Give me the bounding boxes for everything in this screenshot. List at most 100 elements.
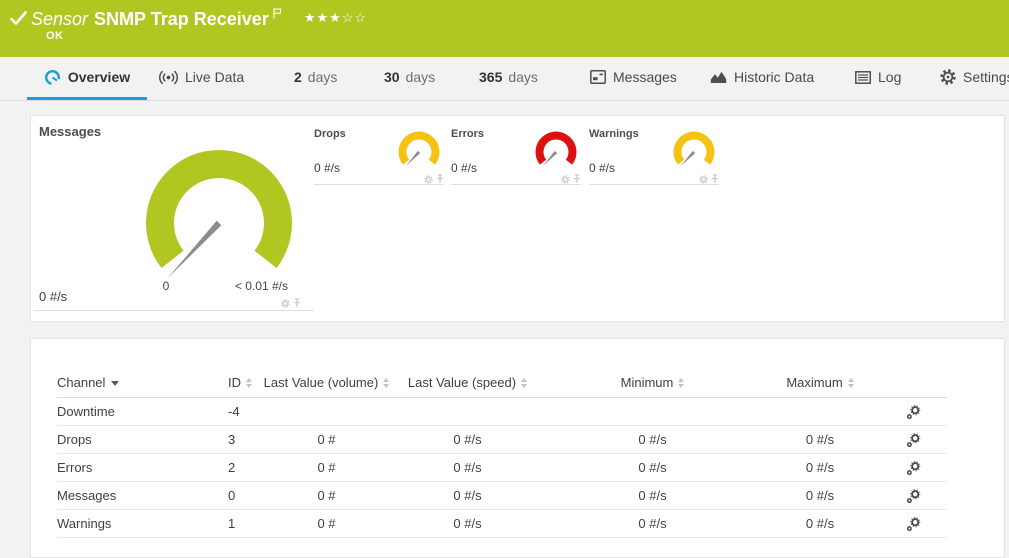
divider [34, 310, 314, 311]
minimum-value [545, 398, 760, 426]
pin-icon[interactable] [711, 174, 719, 184]
pin-icon[interactable] [573, 174, 581, 184]
column-header-id[interactable]: ID [228, 367, 263, 398]
channel-settings-cell [880, 510, 947, 538]
gauge-settings-gear-icon[interactable] [424, 175, 433, 184]
sort-icon [678, 378, 684, 388]
column-header-channel[interactable]: Channel [57, 367, 228, 398]
channel-settings-gears-icon[interactable] [906, 405, 921, 420]
last-value-speed: 0 #/s [390, 426, 545, 454]
channel-table: Channel ID Last Value (volume) Last Valu… [57, 367, 947, 538]
tab-overview[interactable]: Overview [27, 57, 147, 100]
tab-historic-data[interactable]: Historic Data [698, 57, 826, 100]
errors-gauge [533, 130, 579, 176]
primary-gauge-scale-min: 0 [151, 279, 181, 293]
channel-id: -4 [228, 398, 263, 426]
minimum-value: 0 #/s [545, 510, 760, 538]
table-row: Messages 0 0 # 0 #/s 0 #/s 0 #/s [57, 482, 947, 510]
channel-name[interactable]: Warnings [57, 510, 228, 538]
sensor-header: SensorSNMP Trap Receiver★★★☆☆ OK [0, 0, 1009, 57]
channel-settings-gears-icon[interactable] [906, 433, 921, 448]
tab-settings[interactable]: Settings [928, 57, 1009, 100]
last-value-volume: 0 # [263, 426, 390, 454]
primary-gauge-value: 0 #/s [39, 289, 67, 304]
channel-settings-gears-icon[interactable] [906, 517, 921, 532]
tab-label: days [406, 69, 436, 85]
rating-stars[interactable]: ★★★☆☆ [304, 10, 367, 25]
column-header-last-value-volume[interactable]: Last Value (volume) [263, 367, 390, 398]
minimum-value: 0 #/s [545, 482, 760, 510]
column-header-last-value-speed[interactable]: Last Value (speed) [390, 367, 545, 398]
gauge-arc [674, 132, 715, 165]
minimum-value: 0 #/s [545, 426, 760, 454]
column-header-minimum[interactable]: Minimum [545, 367, 760, 398]
tab-label: Overview [68, 69, 130, 85]
gauge-settings-gear-icon[interactable] [281, 299, 290, 308]
last-value-speed: 0 #/s [390, 482, 545, 510]
channel-settings-gears-icon[interactable] [906, 489, 921, 504]
column-header-maximum[interactable]: Maximum [760, 367, 880, 398]
table-row: Downtime -4 [57, 398, 947, 426]
gauge-settings-gear-icon[interactable] [699, 175, 708, 184]
gauge-actions [561, 174, 581, 184]
channel-name[interactable]: Errors [57, 454, 228, 482]
gauge-cell-warnings: Warnings 0 #/s [589, 128, 719, 185]
maximum-value: 0 #/s [760, 482, 880, 510]
log-icon [855, 71, 871, 84]
gauge-value: 0 #/s [451, 161, 477, 175]
tab-label: Settings [963, 69, 1009, 85]
tab-log[interactable]: Settings Log [843, 57, 913, 100]
last-value-volume: 0 # [263, 482, 390, 510]
last-value-speed: 0 #/s [390, 510, 545, 538]
table-row: Errors 2 0 # 0 #/s 0 #/s 0 #/s [57, 454, 947, 482]
primary-gauge-scale-max: < 0.01 #/s [213, 279, 288, 293]
channel-id: 3 [228, 426, 263, 454]
drops-gauge [396, 130, 442, 176]
sort-icon [246, 378, 252, 388]
tab-live-data[interactable]: Live Data [147, 57, 256, 100]
channel-settings-cell [880, 398, 947, 426]
tab-label: days [308, 69, 338, 85]
tab-30-days[interactable]: 30 days [372, 57, 447, 100]
last-value-volume: 0 # [263, 454, 390, 482]
channel-table-panel: Channel ID Last Value (volume) Last Valu… [30, 338, 1005, 558]
gauge-settings-gear-icon[interactable] [561, 175, 570, 184]
gauge-label: Warnings [589, 128, 639, 140]
last-value-volume: 0 # [263, 510, 390, 538]
pin-icon[interactable] [293, 298, 301, 308]
flag-icon[interactable] [273, 1, 282, 25]
pin-icon[interactable] [436, 174, 444, 184]
gear-icon [940, 69, 956, 85]
maximum-value [760, 398, 880, 426]
sort-desc-icon [111, 381, 119, 386]
tab-2-days[interactable]: 2 days [282, 57, 349, 100]
primary-gauge-label: Messages [39, 124, 101, 139]
page-title: SNMP Trap Receiver [94, 9, 269, 29]
channel-settings-gears-icon[interactable] [906, 461, 921, 476]
maximum-value: 0 #/s [760, 426, 880, 454]
last-value-speed: 0 #/s [390, 454, 545, 482]
maximum-value: 0 #/s [760, 510, 880, 538]
channel-id: 1 [228, 510, 263, 538]
gauge-cell-drops: Drops 0 #/s [314, 128, 444, 185]
channel-id: 0 [228, 482, 263, 510]
minimum-value: 0 #/s [545, 454, 760, 482]
table-row: Warnings 1 0 # 0 #/s 0 #/s 0 #/s [57, 510, 947, 538]
tab-365-days[interactable]: 365 days [467, 57, 550, 100]
gauge-actions [424, 174, 444, 184]
tab-number: 2 [294, 69, 302, 85]
gauge-arc [399, 132, 440, 165]
historic-chart-icon [710, 70, 727, 84]
column-header-actions [880, 367, 947, 398]
tab-label: Live Data [185, 69, 244, 85]
channel-name[interactable]: Downtime [57, 398, 228, 426]
overview-gauges-panel: Messages 0 < 0.01 #/s 0 #/s Drops 0 #/s … [30, 115, 1005, 322]
tab-messages[interactable]: Messages [578, 57, 689, 100]
primary-gauge-arc [146, 150, 292, 268]
channel-name[interactable]: Drops [57, 426, 228, 454]
sort-icon [848, 378, 854, 388]
channel-settings-cell [880, 426, 947, 454]
channel-name[interactable]: Messages [57, 482, 228, 510]
tab-number: 30 [384, 69, 400, 85]
object-type-label: Sensor [31, 9, 88, 29]
